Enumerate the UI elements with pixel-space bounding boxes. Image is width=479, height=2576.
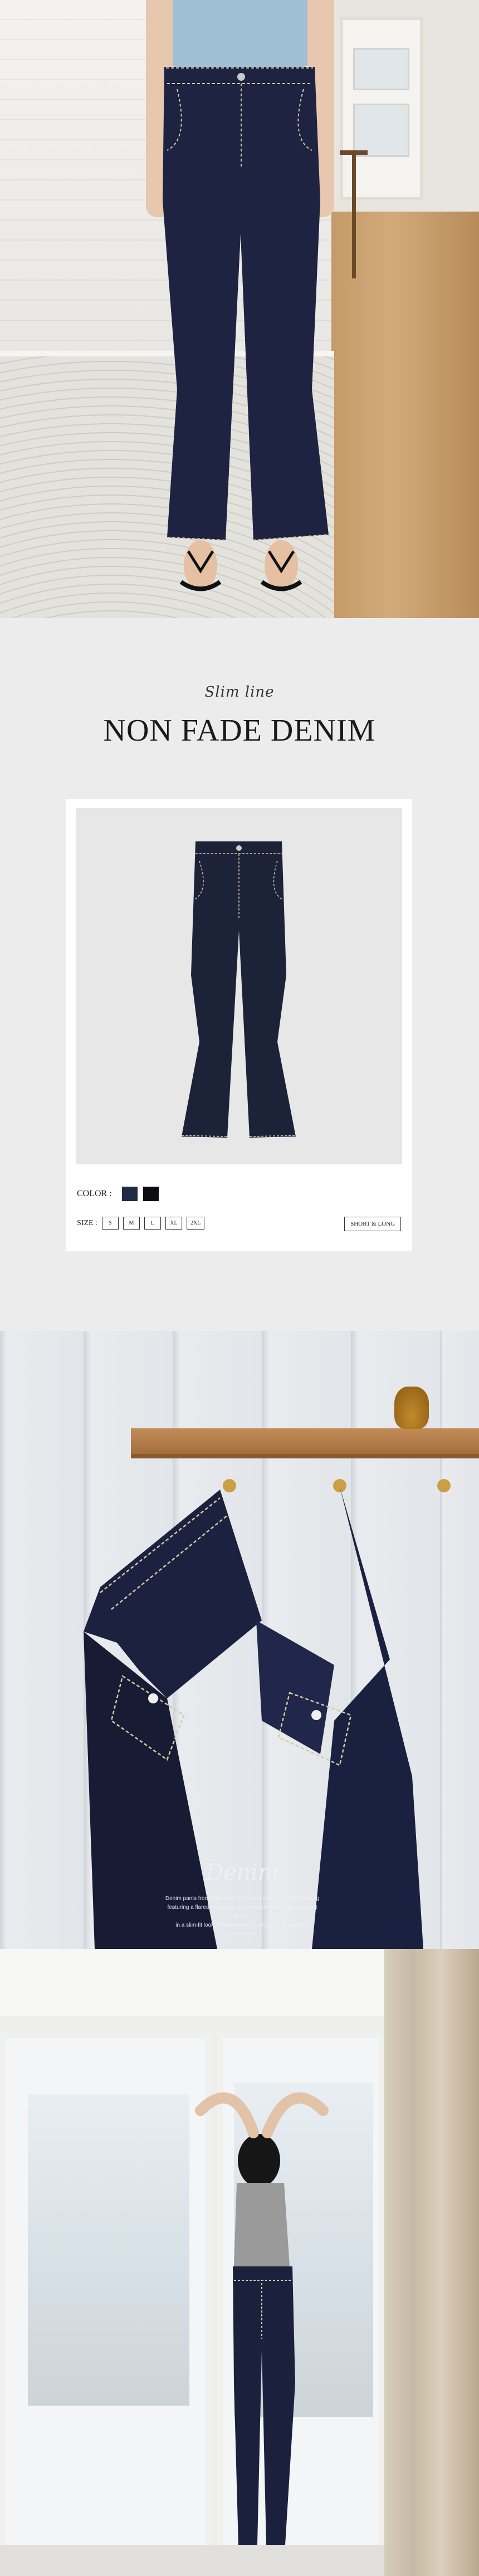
- color-label: COLOR :: [77, 1189, 112, 1198]
- script-subtitle: Slim line: [204, 684, 275, 701]
- model-window-photo: [0, 1949, 479, 2576]
- size-option[interactable]: 2XL: [186, 1217, 205, 1230]
- size-label: SIZE :: [77, 1218, 97, 1227]
- size-option[interactable]: S: [101, 1217, 119, 1230]
- product-title: NON FADE DENIM: [103, 713, 376, 748]
- size-option[interactable]: M: [123, 1217, 140, 1230]
- color-options: COLOR :: [77, 1187, 159, 1201]
- hanging-jeans-photo: Denim Denim pants from collection. the c…: [0, 1331, 479, 1949]
- jeans-front-view: [163, 67, 329, 591]
- size-option[interactable]: XL: [165, 1217, 182, 1230]
- jeans-flat-illustration: [181, 841, 296, 1138]
- product-flat-photo: [76, 808, 402, 1164]
- color-swatch-navy[interactable]: [121, 1187, 138, 1201]
- size-option[interactable]: L: [144, 1217, 161, 1230]
- hero-photo: [0, 0, 479, 618]
- product-info-section: Slim line NON FADE DENIM COLOR : SIZE : …: [0, 618, 479, 1331]
- model-figure: [195, 2092, 329, 2545]
- product-card: COLOR : SIZE : S M L XL 2XL SHORT & LONG: [66, 799, 412, 1251]
- hanging-jeans: [84, 1487, 423, 1949]
- caption-text: Denim pants from collection. the colors …: [165, 1896, 320, 1937]
- length-option-button[interactable]: SHORT & LONG: [344, 1217, 401, 1231]
- color-swatch-black[interactable]: [143, 1187, 159, 1201]
- denim-caption: Denim Denim pants from collection. the c…: [162, 1860, 323, 1939]
- size-options: SIZE : S M L XL 2XL: [77, 1217, 205, 1230]
- caption-title: Denim: [205, 1860, 280, 1886]
